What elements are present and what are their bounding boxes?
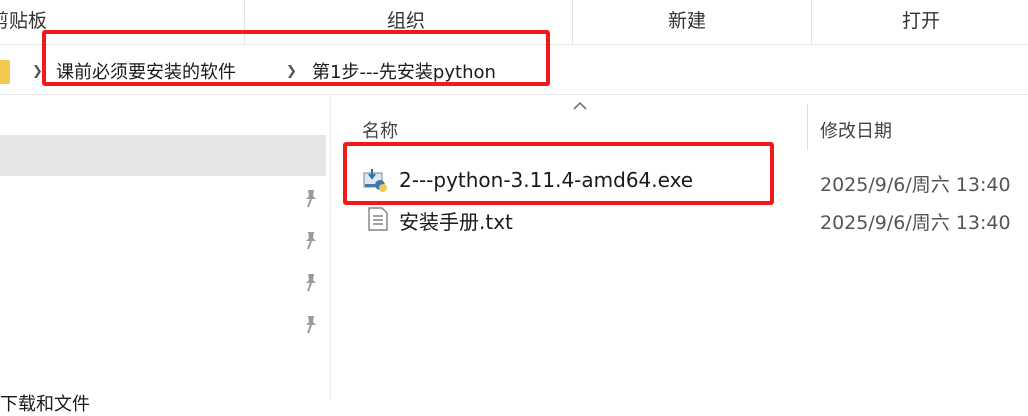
highlight-box-address [42, 30, 550, 86]
ribbon-group-new[interactable]: 新建 [668, 0, 706, 44]
pin-icon[interactable] [300, 187, 322, 209]
nav-item[interactable]: 下载和文件 [0, 390, 90, 416]
nav-selected-item[interactable] [0, 135, 326, 176]
ribbon-separator [811, 0, 812, 44]
ribbon-separator [572, 0, 573, 44]
file-date: 2025/9/6/周六 13:40 [820, 212, 1011, 234]
folder-icon [0, 60, 10, 84]
sort-chevron-up-icon [573, 101, 587, 110]
pane-divider[interactable] [330, 94, 331, 400]
pin-icon[interactable] [300, 313, 322, 335]
text-file-icon [368, 207, 388, 231]
file-name[interactable]: 安装手册.txt [399, 206, 513, 235]
file-date: 2025/9/6/周六 13:40 [820, 174, 1011, 196]
column-header-date[interactable]: 修改日期 [820, 117, 892, 143]
pin-icon[interactable] [300, 271, 322, 293]
column-separator[interactable] [807, 104, 808, 150]
ribbon-group-open[interactable]: 打开 [902, 0, 940, 44]
column-header-name[interactable]: 名称 [362, 117, 398, 143]
highlight-box-file [343, 142, 774, 205]
ribbon-group-clipboard[interactable]: 剪贴板 [0, 0, 47, 44]
pin-icon[interactable] [300, 229, 322, 251]
